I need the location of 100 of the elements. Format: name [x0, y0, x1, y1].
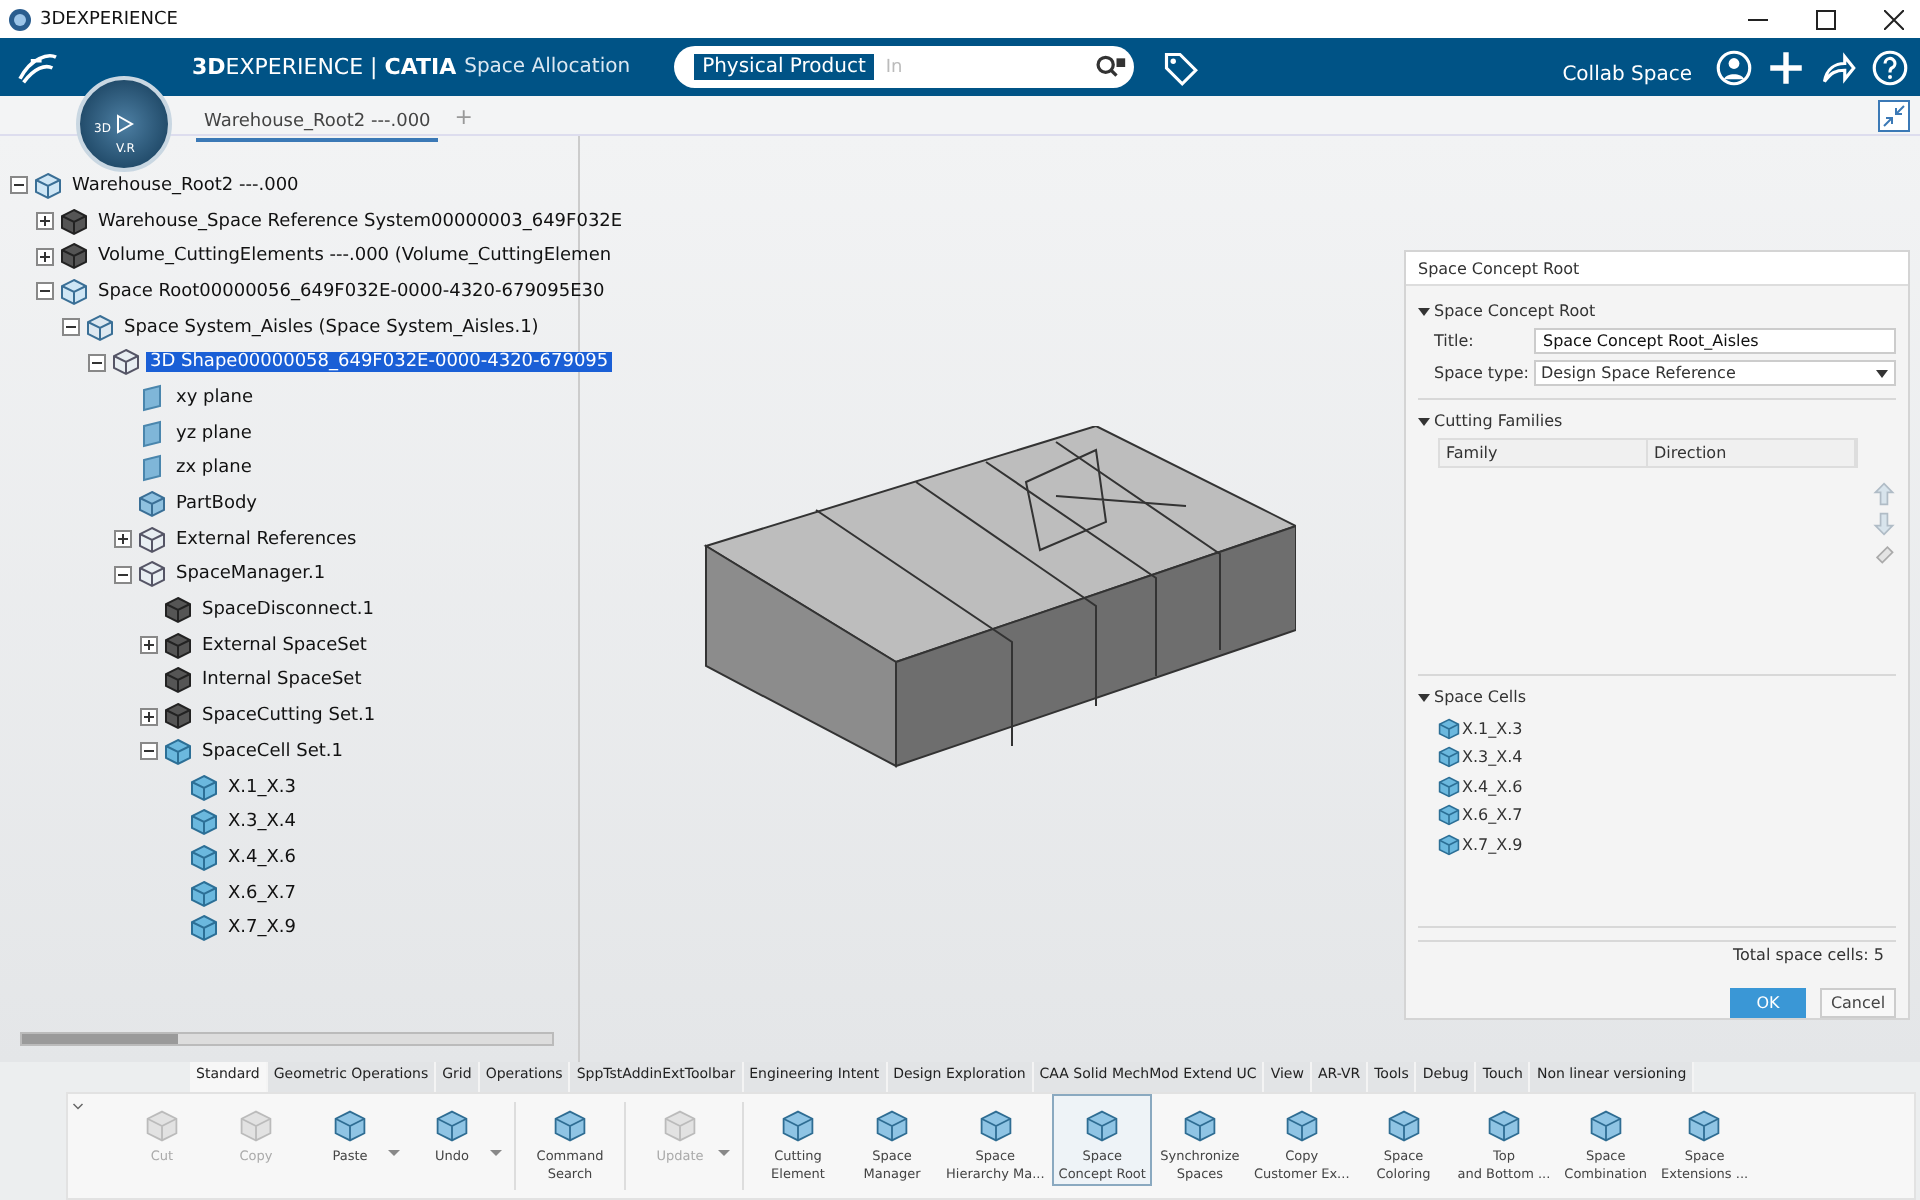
scope-dropdown[interactable]: Physical Product	[694, 54, 874, 80]
column-header[interactable]: Family	[1440, 440, 1648, 466]
help-icon[interactable]	[1872, 49, 1908, 85]
expand-toggle-icon[interactable]	[140, 707, 158, 726]
space-cell-item[interactable]: X.3_X.4	[1462, 748, 1523, 767]
window-title: 3DEXPERIENCE	[40, 9, 178, 29]
cube-icon	[1587, 1108, 1624, 1144]
space-cell-item[interactable]: X.7_X.9	[1462, 835, 1523, 854]
section-title[interactable]: Cutting Families	[1434, 412, 1563, 430]
tree-item[interactable]: Space Root00000056_649F032E-0000-4320-679095E30	[94, 281, 609, 302]
cube-icon	[138, 490, 166, 519]
collapse-toggle-icon[interactable]	[36, 282, 54, 301]
cube-icon	[977, 1108, 1014, 1144]
cube-icon	[190, 808, 218, 837]
collab-space-dropdown[interactable]: Collab Space	[1562, 64, 1692, 86]
search-icon[interactable]	[1094, 54, 1127, 80]
total-count: Total space cells: 5	[1418, 940, 1896, 976]
cube-icon	[1438, 833, 1460, 856]
cube-icon	[1686, 1108, 1723, 1144]
collapse-toggle-icon[interactable]	[62, 318, 80, 337]
expand-toggle-icon[interactable]	[140, 636, 158, 655]
tree-item[interactable]: X.7_X.9	[224, 918, 301, 939]
tree-item[interactable]: External SpaceSet	[198, 635, 371, 656]
tree-item[interactable]: Warehouse_Root2 ---.000	[68, 175, 303, 196]
field-label: Title:	[1434, 332, 1476, 350]
cube-icon	[780, 1108, 816, 1144]
maximize-icon[interactable]	[1816, 9, 1836, 29]
cube-icon	[190, 914, 218, 943]
tree-item[interactable]: Internal SpaceSet	[198, 670, 366, 691]
cube-icon	[1485, 1108, 1522, 1144]
collapse-toggle-icon[interactable]	[140, 742, 158, 761]
dropdown-arrow-icon[interactable]	[1876, 369, 1888, 377]
cube-icon	[86, 313, 114, 342]
expand-toggle-icon[interactable]	[36, 212, 54, 231]
cube-icon	[662, 1108, 698, 1144]
cube-icon	[144, 1108, 180, 1144]
search-bar[interactable]: Physical Product In	[674, 46, 1135, 88]
cube-icon	[60, 277, 88, 306]
cube-icon	[552, 1108, 588, 1144]
cube-icon	[164, 631, 192, 660]
space-cell-item[interactable]: X.6_X.7	[1462, 806, 1523, 825]
cube-icon	[332, 1108, 368, 1144]
tree-item[interactable]: xy plane	[172, 387, 257, 408]
column-header[interactable]: Direction	[1648, 440, 1856, 466]
horizontal-scrollbar[interactable]	[20, 1032, 554, 1046]
title-field[interactable]: Space Concept Root_Aisles	[1533, 328, 1896, 354]
tree-item[interactable]: X.3_X.4	[224, 812, 301, 833]
collapse-toggle-icon[interactable]	[88, 353, 106, 372]
plane-icon	[138, 454, 166, 483]
tree-item[interactable]: X.6_X.7	[224, 883, 301, 904]
tree-item[interactable]: Volume_CuttingElements ---.000 (Volume_CuttingElemen	[94, 246, 616, 267]
tree-item[interactable]: External References	[172, 529, 361, 550]
tree-item[interactable]: X.1_X.3	[224, 777, 301, 798]
cancel-button[interactable]: Cancel	[1820, 988, 1896, 1018]
space-type-dropdown[interactable]: Design Space Reference	[1533, 360, 1896, 386]
plane-icon	[138, 419, 166, 448]
field-label: Space type:	[1434, 364, 1529, 382]
tree-item[interactable]: SpaceDisconnect.1	[198, 600, 379, 621]
expand-toggle-icon[interactable]	[36, 247, 54, 266]
space-cell-item[interactable]: X.4_X.6	[1462, 777, 1523, 796]
cube-icon	[190, 773, 218, 802]
tree-item[interactable]: SpaceManager.1	[172, 564, 330, 585]
share-icon[interactable]	[1820, 49, 1856, 85]
collapse-toggle-icon[interactable]	[10, 176, 28, 195]
section-title[interactable]: Space Concept Root	[1434, 302, 1596, 320]
cube-icon	[190, 879, 218, 908]
cube-icon	[1181, 1108, 1218, 1144]
tree-item[interactable]: PartBody	[172, 494, 261, 515]
tree-item[interactable]: X.4_X.6	[224, 847, 301, 868]
cube-icon	[164, 737, 192, 766]
cube-icon	[60, 207, 88, 236]
collapse-icon[interactable]	[1878, 99, 1910, 131]
cube-icon	[1084, 1108, 1121, 1144]
section-title[interactable]: Space Cells	[1434, 688, 1527, 706]
cube-icon	[112, 348, 140, 377]
cube-icon	[164, 702, 192, 731]
user-icon[interactable]	[1716, 49, 1752, 85]
tree-item[interactable]: zx plane	[172, 458, 256, 479]
dialog-title: Space Concept Root	[1406, 252, 1908, 286]
cube-icon	[34, 171, 62, 200]
tree-item[interactable]: 3D Shape00000058_649F032E-0000-4320-679095	[146, 352, 613, 373]
cube-icon	[1438, 717, 1460, 740]
brand-title: 3DEXPERIENCE | CATIA	[192, 54, 457, 80]
chevron-icon[interactable]	[72, 1102, 84, 1112]
tag-icon[interactable]	[1162, 49, 1199, 85]
plane-icon	[138, 383, 166, 412]
tree-item[interactable]: Warehouse_Space Reference System00000003_649F032E	[94, 211, 627, 232]
play-icon[interactable]	[114, 114, 134, 134]
close-icon[interactable]	[1884, 9, 1904, 29]
tree-item[interactable]: Space System_Aisles (Space System_Aisles.1)	[120, 317, 543, 338]
app-name: Space Allocation	[464, 56, 631, 78]
plus-icon[interactable]	[1768, 49, 1804, 85]
dropdown-value: Design Space Reference	[1541, 364, 1736, 382]
tree-item[interactable]: SpaceCell Set.1	[198, 741, 347, 762]
expand-toggle-icon[interactable]	[114, 530, 132, 549]
collapse-toggle-icon[interactable]	[114, 565, 132, 584]
space-cell-item[interactable]: X.1_X.3	[1462, 719, 1523, 738]
tree-item[interactable]: SpaceCutting Set.1	[198, 706, 380, 727]
tree-item[interactable]: yz plane	[172, 423, 256, 444]
cube-icon	[238, 1108, 274, 1144]
